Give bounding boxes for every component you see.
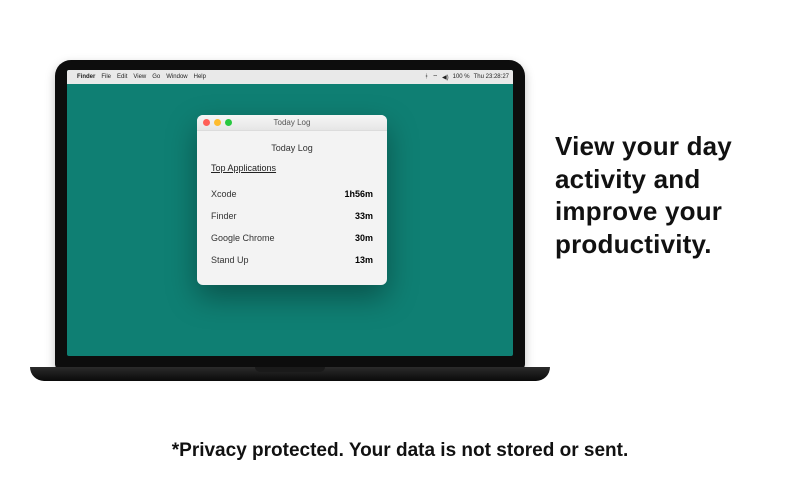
section-top-applications: Top Applications bbox=[211, 163, 373, 173]
battery-status[interactable]: 100 % bbox=[453, 74, 470, 80]
app-duration: 30m bbox=[355, 233, 373, 243]
menubar-item-window[interactable]: Window bbox=[166, 74, 187, 80]
app-name: Google Chrome bbox=[211, 233, 275, 243]
laptop-screen: Finder File Edit View Go Window Help ᚼ ⌔… bbox=[67, 70, 513, 356]
menubar-app-name[interactable]: Finder bbox=[77, 74, 95, 80]
menubar-item-edit[interactable]: Edit bbox=[117, 74, 127, 80]
app-name: Xcode bbox=[211, 189, 237, 199]
close-icon[interactable] bbox=[203, 119, 210, 126]
app-duration: 33m bbox=[355, 211, 373, 221]
window-titlebar[interactable]: Today Log bbox=[197, 115, 387, 131]
app-row: Stand Up 13m bbox=[211, 249, 373, 271]
laptop-base bbox=[30, 367, 550, 381]
app-name: Finder bbox=[211, 211, 237, 221]
window-heading: Today Log bbox=[211, 143, 373, 153]
macos-menubar: Finder File Edit View Go Window Help ᚼ ⌔… bbox=[67, 70, 513, 84]
menubar-item-go[interactable]: Go bbox=[152, 74, 160, 80]
menubar-clock[interactable]: Thu 23:28:27 bbox=[474, 74, 509, 80]
app-duration: 13m bbox=[355, 255, 373, 265]
today-log-window: Today Log Today Log Top Applications Xco… bbox=[197, 115, 387, 285]
laptop-frame: Finder File Edit View Go Window Help ᚼ ⌔… bbox=[55, 60, 525, 370]
volume-icon[interactable]: ◀) bbox=[442, 74, 449, 81]
app-row: Xcode 1h56m bbox=[211, 183, 373, 205]
zoom-icon[interactable] bbox=[225, 119, 232, 126]
bluetooth-icon[interactable]: ᚼ bbox=[425, 74, 429, 80]
wifi-icon[interactable]: ⌔ bbox=[432, 73, 438, 81]
menubar-item-file[interactable]: File bbox=[101, 74, 111, 80]
marketing-footnote: *Privacy protected. Your data is not sto… bbox=[0, 440, 800, 462]
app-duration: 1h56m bbox=[344, 189, 373, 199]
app-row: Finder 33m bbox=[211, 205, 373, 227]
menubar-item-view[interactable]: View bbox=[133, 74, 146, 80]
app-row: Google Chrome 30m bbox=[211, 227, 373, 249]
app-name: Stand Up bbox=[211, 255, 249, 265]
menubar-item-help[interactable]: Help bbox=[194, 74, 206, 80]
minimize-icon[interactable] bbox=[214, 119, 221, 126]
marketing-headline: View your day activity and improve your … bbox=[555, 130, 780, 260]
